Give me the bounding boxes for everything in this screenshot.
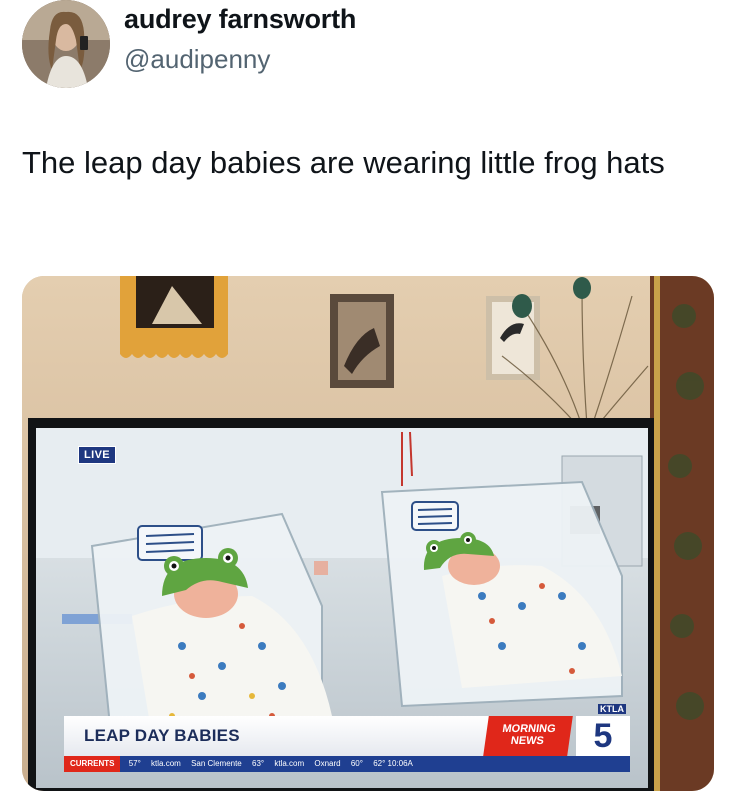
avatar-image — [22, 0, 110, 88]
news-ticker: CURRENTS 57° ktla.com San Clemente 63° k… — [64, 756, 630, 772]
avatar[interactable] — [22, 0, 110, 88]
ticker-item: Oxnard — [314, 759, 341, 768]
ticker-item: ktla.com — [274, 759, 305, 768]
author-handle[interactable]: @audipenny — [124, 44, 270, 75]
tweet-text: The leap day babies are wearing little f… — [22, 145, 665, 180]
live-badge: LIVE — [78, 446, 117, 464]
ticker-label: CURRENTS — [64, 756, 121, 772]
channel-number: 5 — [576, 716, 630, 756]
ticker-item: 60° — [350, 759, 363, 768]
lower-third: LEAP DAY BABIES — [64, 716, 534, 756]
ticker-item: San Clemente — [191, 759, 242, 768]
lower-third-headline: LEAP DAY BABIES — [84, 726, 240, 745]
program-brand: MORNING NEWS — [483, 716, 573, 756]
ticker-item: ktla.com — [151, 759, 181, 768]
tweet-header: audrey farnsworth @audipenny — [22, 0, 722, 90]
ticker-item: 62° 10:06A — [373, 759, 413, 768]
author-display-name[interactable]: audrey farnsworth — [124, 4, 356, 35]
ticker-item: 57° — [128, 759, 141, 768]
station-logo: KTLA — [598, 704, 626, 714]
ticker-item: 63° — [252, 759, 265, 768]
